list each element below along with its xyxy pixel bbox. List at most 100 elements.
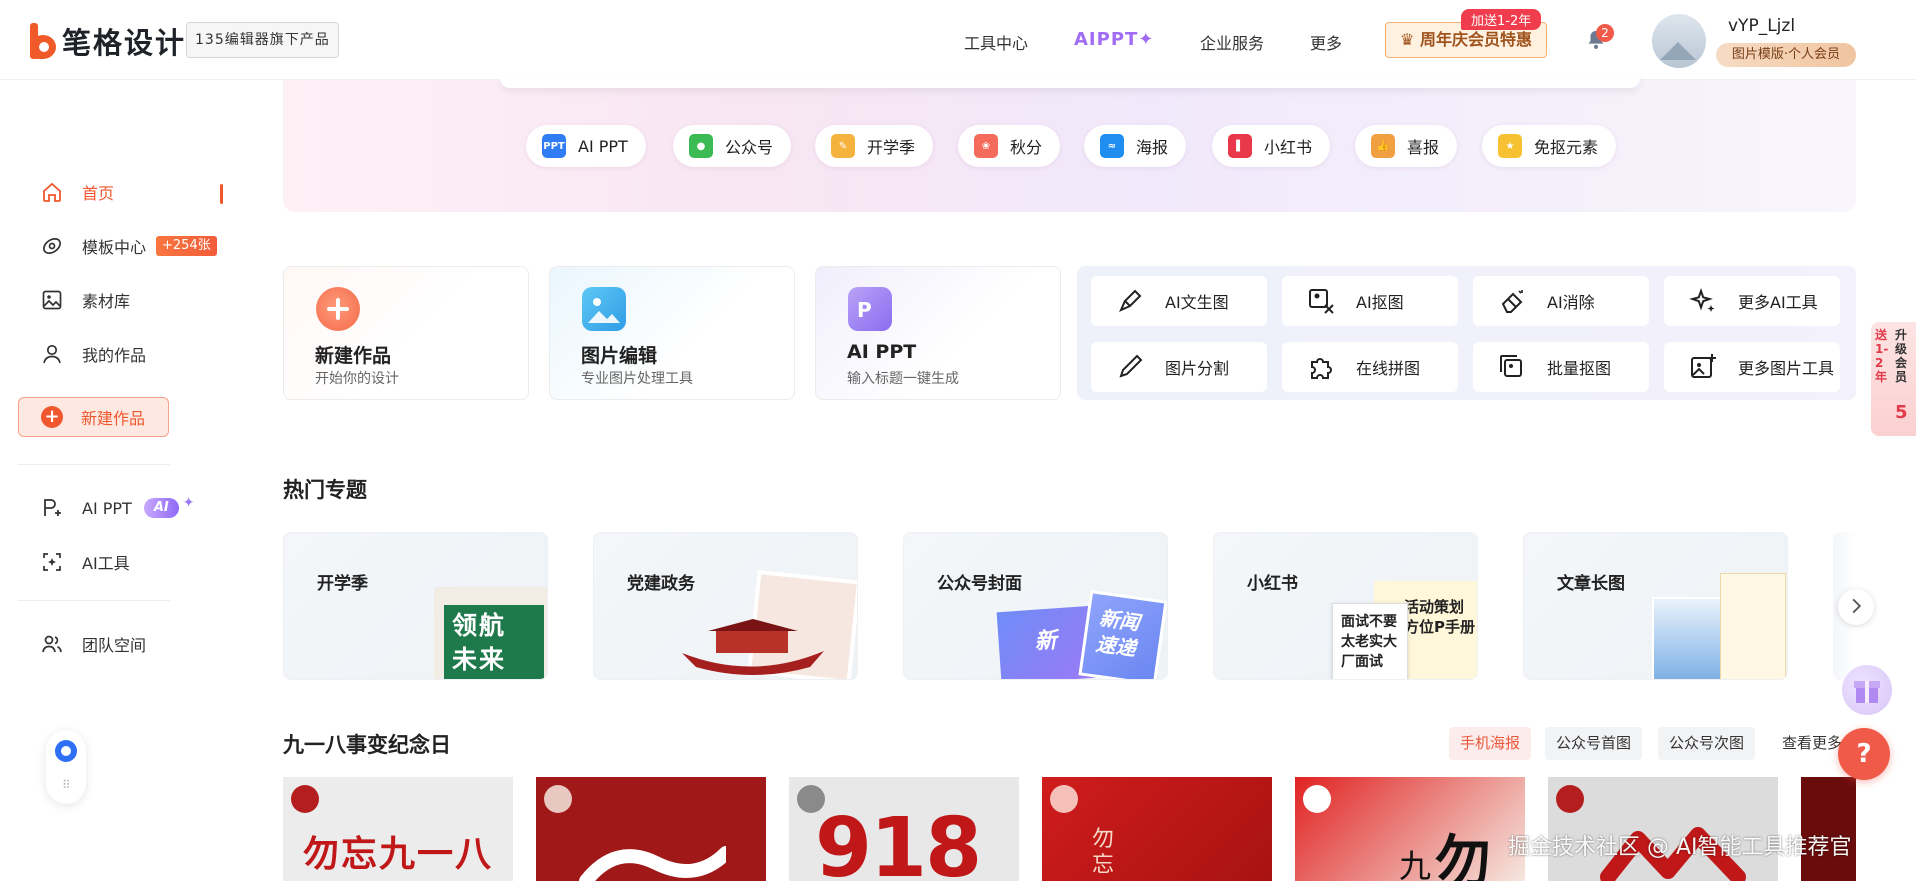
pill-free-elements[interactable]: ★ 免抠元素 bbox=[1482, 125, 1617, 167]
tag-official-first-image[interactable]: 公众号首图 bbox=[1545, 727, 1643, 760]
tag-official-second-image[interactable]: 公众号次图 bbox=[1658, 727, 1756, 760]
poster-card[interactable]: 918 bbox=[789, 777, 1019, 881]
pill-wechat-official[interactable]: ● 公众号 bbox=[673, 125, 792, 167]
sidebar-item-label: 我的作品 bbox=[82, 346, 147, 365]
pill-autumn-equinox[interactable]: ❀ 秋分 bbox=[958, 125, 1061, 167]
carousel-next-button[interactable] bbox=[1838, 589, 1874, 625]
topic-label: 文章长图 bbox=[1557, 574, 1625, 594]
pill-label: 免抠元素 bbox=[1534, 138, 1599, 157]
poster-card[interactable] bbox=[536, 777, 766, 881]
tool-label: 批量抠图 bbox=[1547, 359, 1612, 378]
pill-good-news[interactable]: 👍 喜报 bbox=[1355, 125, 1458, 167]
tool-ai-cutout[interactable]: AI抠图 bbox=[1282, 276, 1458, 326]
tool-online-collage[interactable]: 在线拼图 bbox=[1282, 342, 1458, 392]
vip-upgrade-float[interactable]: 送1-2年 升级会员 5 bbox=[1871, 322, 1916, 436]
nav-tools[interactable]: 工具中心 bbox=[964, 30, 1028, 54]
card-title: AI PPT bbox=[847, 341, 917, 363]
sidebar-item-ai-tools[interactable]: AI工具 bbox=[40, 550, 130, 574]
sidebar-divider bbox=[18, 464, 170, 465]
topic-card-official-cover[interactable]: 公众号封面 新 新闻速递 bbox=[903, 532, 1168, 680]
pill-poster[interactable]: ≈ 海报 bbox=[1084, 125, 1187, 167]
thumbnail-text: 领航未来 bbox=[452, 611, 507, 674]
logo-placeholder-icon bbox=[1556, 785, 1584, 813]
pill-label: 喜报 bbox=[1407, 138, 1440, 157]
topic-label: 开学季 bbox=[317, 574, 368, 594]
new-work-label: 新建作品 bbox=[81, 409, 146, 428]
topic-card-long-article[interactable]: 文章长图 bbox=[1523, 532, 1788, 680]
thumbnail-text: 活动策划方位P手册 bbox=[1404, 598, 1475, 636]
avatar[interactable] bbox=[1652, 14, 1706, 68]
pill-xiaohongshu[interactable]: ▌ 小红书 bbox=[1212, 125, 1331, 167]
sidebar-divider bbox=[18, 600, 170, 601]
brush-stroke-art bbox=[579, 846, 726, 881]
tool-label: AI消除 bbox=[1547, 293, 1595, 312]
tool-label: 更多AI工具 bbox=[1738, 293, 1818, 312]
wechat-icon: ● bbox=[689, 134, 713, 158]
poster-card[interactable]: 勿忘九一八 bbox=[283, 777, 513, 881]
pill-label: 海报 bbox=[1136, 138, 1169, 157]
card-image-edit[interactable]: 图片编辑 专业图片处理工具 bbox=[549, 266, 795, 400]
topic-thumbnail bbox=[1720, 573, 1786, 679]
autumn-icon: ❀ bbox=[974, 134, 998, 158]
nav-enterprise[interactable]: 企业服务 bbox=[1200, 30, 1264, 54]
tool-ai-erase[interactable]: AI消除 bbox=[1473, 276, 1649, 326]
tool-ai-text-to-image[interactable]: AI文生图 bbox=[1091, 276, 1267, 326]
help-button[interactable]: ? bbox=[1838, 728, 1890, 780]
card-title: 新建作品 bbox=[315, 345, 392, 367]
sidebar-item-my-works[interactable]: 我的作品 bbox=[40, 342, 146, 366]
book-icon: ▌ bbox=[1228, 134, 1252, 158]
poster-card[interactable]: 勿忘 bbox=[1042, 777, 1272, 881]
new-work-button[interactable]: + 新建作品 bbox=[18, 397, 169, 437]
pill-back-to-school[interactable]: ✎ 开学季 bbox=[815, 125, 934, 167]
category-banner bbox=[283, 80, 1856, 212]
ai-scan-icon bbox=[43, 553, 61, 571]
tool-batch-cutout[interactable]: 批量抠图 bbox=[1473, 342, 1649, 392]
card-ai-ppt[interactable]: P AI PPT 输入标题一键生成 bbox=[815, 266, 1061, 400]
sparkle-icon: ✦ bbox=[182, 495, 195, 511]
topic-label: 小红书 bbox=[1247, 574, 1298, 594]
brand-logo[interactable]: 笔格设计 bbox=[28, 20, 186, 62]
user-icon bbox=[43, 344, 61, 364]
tool-more-image[interactable]: 更多图片工具 bbox=[1664, 342, 1840, 392]
card-subtitle: 专业图片处理工具 bbox=[581, 371, 693, 387]
notification-count: 2 bbox=[1596, 24, 1614, 42]
sidebar-item-label: AI PPT bbox=[82, 498, 132, 518]
sidebar-item-ai-ppt[interactable]: AI PPT AI ✦ bbox=[40, 495, 195, 520]
nav-aippt[interactable]: AIPPT✦ bbox=[1074, 29, 1154, 50]
nav-more[interactable]: 更多 bbox=[1310, 30, 1342, 54]
membership-badge[interactable]: 图片模版·个人会员 bbox=[1716, 43, 1856, 67]
topic-card-party-gov[interactable]: 党建政务 bbox=[593, 532, 858, 680]
topic-card-xiaohongshu[interactable]: 小红书 活动策划方位P手册 面试不要太老实大厂面试 bbox=[1213, 532, 1478, 680]
poster-text: 勿忘九一八 bbox=[303, 833, 494, 875]
topic-card-back-to-school[interactable]: 开学季 领航未来 bbox=[283, 532, 548, 680]
drag-handle-icon[interactable]: ⠿ bbox=[62, 778, 71, 792]
tool-label: AI文生图 bbox=[1165, 293, 1229, 312]
user-name[interactable]: vYP_Ljzl bbox=[1728, 16, 1795, 36]
ai-badge: AI bbox=[143, 498, 179, 518]
sidebar-item-templates[interactable]: 模板中心 +254张 bbox=[40, 234, 217, 258]
section-918-title: 九一八事变纪念日 bbox=[283, 733, 451, 757]
template-count-badge: +254张 bbox=[156, 236, 217, 256]
tool-image-split[interactable]: 图片分割 bbox=[1091, 342, 1267, 392]
floating-assistant-widget[interactable]: ⠿ bbox=[46, 730, 86, 804]
sidebar-item-materials[interactable]: 素材库 bbox=[40, 288, 130, 312]
cutout-icon bbox=[1309, 289, 1334, 314]
pill-ai-ppt[interactable]: PPT AI PPT bbox=[526, 125, 646, 167]
sidebar-item-team-space[interactable]: 团队空间 bbox=[40, 632, 146, 656]
gift-icon[interactable] bbox=[1842, 665, 1892, 715]
tool-label: AI抠图 bbox=[1356, 293, 1404, 312]
promo-label: 周年庆会员特惠 bbox=[1419, 30, 1532, 49]
ppt-file-icon: PPT bbox=[542, 134, 566, 158]
thumbs-up-icon: 👍 bbox=[1371, 134, 1395, 158]
assistant-icon bbox=[55, 740, 77, 762]
card-new-work[interactable]: 新建作品 开始你的设计 bbox=[283, 266, 529, 400]
sidebar-item-home[interactable]: 首页 bbox=[40, 180, 114, 204]
poster-card[interactable]: 勿 九 bbox=[1295, 777, 1525, 881]
topic-thumbnail: 领航未来 bbox=[434, 587, 547, 679]
image-edit-icon bbox=[582, 287, 626, 331]
tool-more-ai[interactable]: 更多AI工具 bbox=[1664, 276, 1840, 326]
image-plus-icon bbox=[1691, 354, 1716, 378]
tag-mobile-poster[interactable]: 手机海报 bbox=[1449, 727, 1532, 760]
topic-label: 党建政务 bbox=[627, 574, 695, 594]
tool-label: 更多图片工具 bbox=[1738, 359, 1835, 378]
